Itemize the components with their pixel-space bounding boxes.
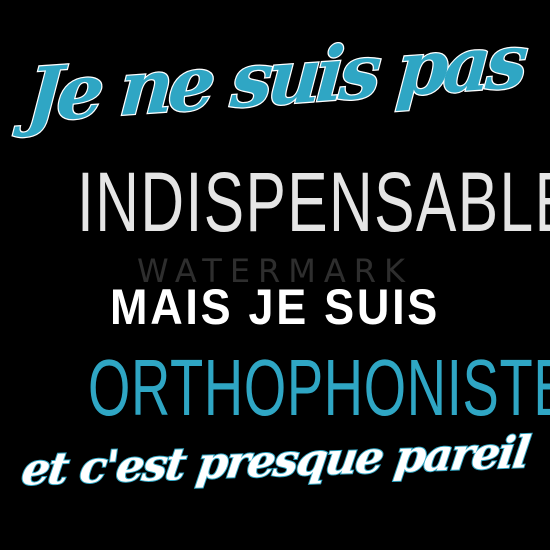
headline-script-top: Je ne suis pas — [23, 17, 527, 141]
headline-mais-je-suis: MAIS JE SUIS — [110, 279, 440, 335]
design-canvas: Je ne suis pas INDISPENSABLE WATERMARK M… — [0, 0, 550, 550]
headline-indispensable-text: INDISPENSABLE — [76, 155, 550, 249]
headline-indispensable: INDISPENSABLE — [76, 155, 550, 249]
headline-profession: ORTHOPHONISTE — [88, 343, 550, 432]
headline-script-bottom: et c'est presque pareil — [18, 426, 533, 497]
